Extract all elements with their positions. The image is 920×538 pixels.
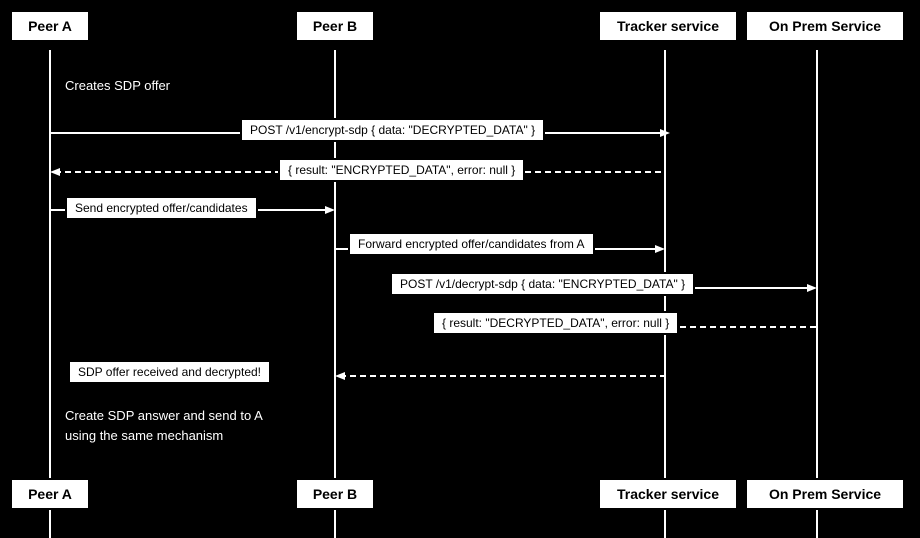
msg-result-decrypted: { result: "DECRYPTED_DATA", error: null …	[432, 311, 679, 335]
msg-forward-encrypted: Forward encrypted offer/candidates from …	[348, 232, 595, 256]
label-creates-sdp: Creates SDP offer	[65, 78, 170, 93]
actor-onprem-top: On Prem Service	[745, 10, 905, 42]
msg-post-encrypt: POST /v1/encrypt-sdp { data: "DECRYPTED_…	[240, 118, 545, 142]
actor-tracker-top: Tracker service	[598, 10, 738, 42]
msg-sdp-offer-received: SDP offer received and decrypted!	[68, 360, 271, 384]
actor-tracker-bot: Tracker service	[598, 478, 738, 510]
actor-peerA-top: Peer A	[10, 10, 90, 42]
msg-send-encrypted: Send encrypted offer/candidates	[65, 196, 258, 220]
msg-post-decrypt: POST /v1/decrypt-sdp { data: "ENCRYPTED_…	[390, 272, 695, 296]
sequence-diagram: Peer A Peer B Tracker service On Prem Se…	[0, 0, 920, 538]
label-create-answer-1: Create SDP answer and send to A	[65, 408, 263, 423]
actor-peerA-bot: Peer A	[10, 478, 90, 510]
actor-peerB-bot: Peer B	[295, 478, 375, 510]
actor-peerB-top: Peer B	[295, 10, 375, 42]
label-create-answer-2: using the same mechanism	[65, 428, 223, 443]
msg-result-encrypted: { result: "ENCRYPTED_DATA", error: null …	[278, 158, 525, 182]
actor-onprem-bot: On Prem Service	[745, 478, 905, 510]
